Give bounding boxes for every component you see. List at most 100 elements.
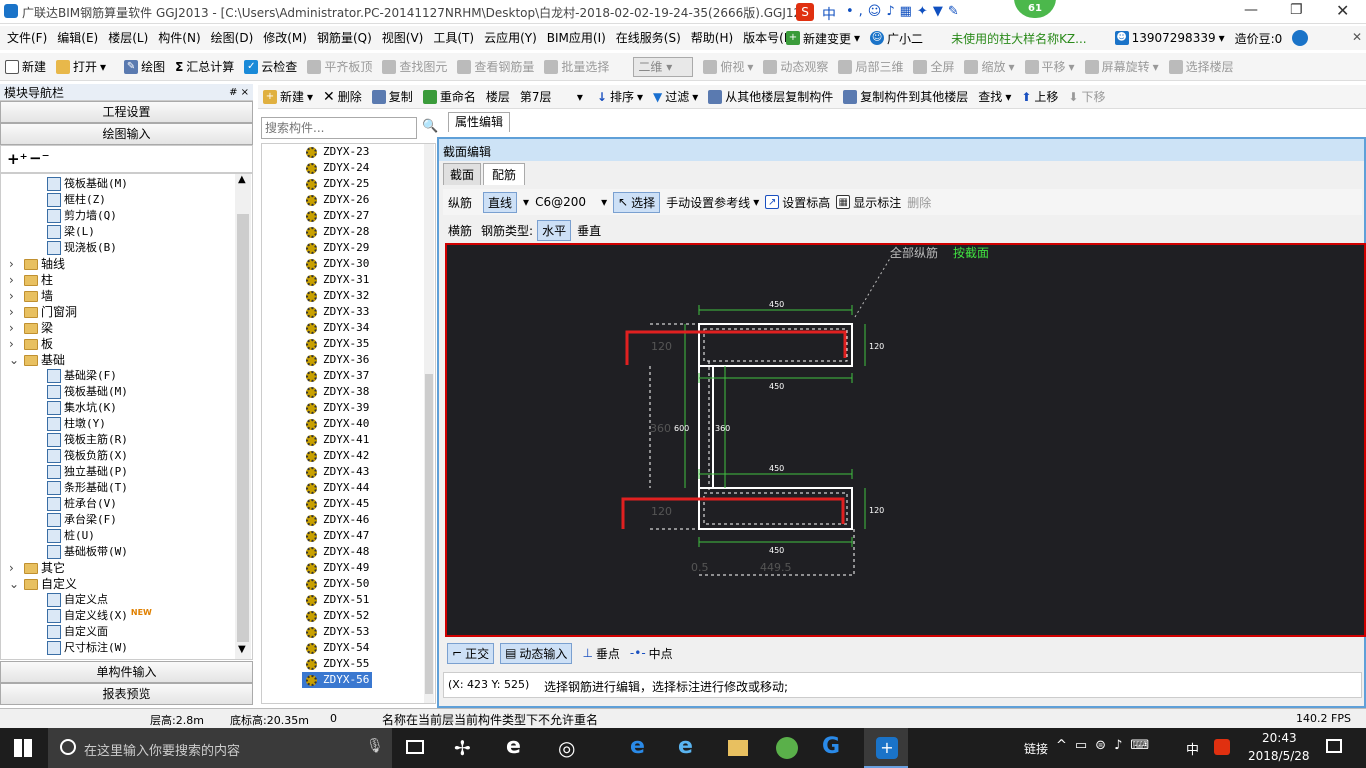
chevron-right-icon[interactable]: ›	[9, 256, 21, 272]
chevron-right-icon[interactable]: ›	[9, 320, 21, 336]
new-change-button[interactable]: + 新建变更 ▾	[786, 30, 860, 47]
sum-calc-button[interactable]: Σ 汇总计算	[170, 58, 239, 75]
tray-ime[interactable]: 中	[1186, 739, 1199, 758]
ime-mode[interactable]: 中	[822, 4, 836, 24]
component-list-item[interactable]: ZDYX-51	[262, 592, 435, 608]
tree-node[interactable]: ⌄ 自定义	[1, 576, 252, 592]
tray-icons[interactable]: ^▭⊜♪⌨	[1056, 738, 1157, 753]
component-list-item[interactable]: ZDYX-39	[262, 400, 435, 416]
component-list-item[interactable]: ZDYX-42	[262, 448, 435, 464]
copy-from-floor-button[interactable]: 从其他楼层复制构件	[703, 88, 838, 105]
tree-node[interactable]: › 柱	[1, 272, 252, 288]
rename-button[interactable]: 重命名	[418, 88, 481, 105]
component-list-item[interactable]: ZDYX-37	[262, 368, 435, 384]
close-button[interactable]: ✕	[1336, 1, 1349, 20]
component-list-item[interactable]: ZDYX-27	[262, 208, 435, 224]
scroll-thumb[interactable]	[237, 214, 249, 642]
tree-node[interactable]: 筏板主筋(R)	[1, 432, 252, 448]
ime-tools-icons[interactable]: •,☺♪▦✦▼✎	[846, 4, 964, 19]
component-list-item[interactable]: ZDYX-48	[262, 544, 435, 560]
pan-button[interactable]: 平移 ▾	[1020, 58, 1080, 75]
tree-node[interactable]: 桩(U)	[1, 528, 252, 544]
tree-node[interactable]: 剪力墙(Q)	[1, 208, 252, 224]
restore-button[interactable]: ❐	[1290, 2, 1303, 18]
glodon-app-active[interactable]: +	[864, 728, 908, 768]
chevron-right-icon[interactable]: ›	[9, 336, 21, 352]
tree-node[interactable]: 基础梁(F)	[1, 368, 252, 384]
component-list-item[interactable]: ZDYX-26	[262, 192, 435, 208]
vertical-button[interactable]: 垂直	[573, 221, 605, 240]
collapse-all-icon[interactable]: −⁻	[29, 149, 50, 167]
component-list-item[interactable]: ZDYX-38	[262, 384, 435, 400]
g-app-icon[interactable]: G	[822, 734, 840, 759]
component-list-item[interactable]: ZDYX-53	[262, 624, 435, 640]
view-mode-select[interactable]: 二维 ▾	[628, 56, 698, 77]
green-app-icon[interactable]	[776, 737, 798, 759]
copy-to-floor-button[interactable]: 复制构件到其他楼层	[838, 88, 973, 105]
orbit-button[interactable]: 动态观察	[758, 58, 833, 75]
find-button[interactable]: 查找 ▾	[973, 88, 1016, 105]
helper-button[interactable]: ☺ 广小二	[870, 30, 923, 47]
align-slab-button[interactable]: 平齐板顶	[302, 58, 377, 75]
menu-close-icon[interactable]: ✕	[1352, 30, 1362, 44]
single-component-button[interactable]: 单构件输入	[0, 661, 253, 683]
menu-item[interactable]: 在线服务(S)	[611, 26, 686, 50]
chevron-right-icon[interactable]: ›	[9, 304, 21, 320]
tree-node[interactable]: 现浇板(B)	[1, 240, 252, 256]
component-list-item[interactable]: ZDYX-43	[262, 464, 435, 480]
move-up-button[interactable]: ⬆ 上移	[1016, 88, 1063, 105]
user-button[interactable]: ☻ 13907298339 ▾	[1114, 31, 1225, 45]
tree-node[interactable]: › 墙	[1, 288, 252, 304]
fan-app-icon[interactable]: ✢	[454, 736, 471, 760]
search-icon[interactable]: 🔍	[422, 119, 438, 134]
tree-node[interactable]: › 其它	[1, 560, 252, 576]
menu-item[interactable]: BIM应用(I)	[542, 26, 611, 50]
menu-item[interactable]: 修改(M)	[258, 26, 312, 50]
component-list-item[interactable]: ZDYX-35	[262, 336, 435, 352]
line-dropdown-icon[interactable]: ▾	[523, 195, 529, 209]
ime-s-icon[interactable]: S	[796, 3, 814, 21]
clock-time[interactable]: 20:43	[1262, 731, 1297, 745]
cloud-check-button[interactable]: ✓ 云检查	[239, 58, 302, 75]
ie-app-icon[interactable]: e	[506, 734, 521, 759]
pin-close-icons[interactable]: # ×	[229, 87, 249, 98]
chat-app-icon[interactable]: ◎	[558, 736, 575, 760]
component-list-item[interactable]: ZDYX-44	[262, 480, 435, 496]
move-down-button[interactable]: ⬇ 下移	[1063, 88, 1110, 105]
scroll-down-icon[interactable]: ▼	[238, 644, 246, 655]
top-view-button[interactable]: 俯视 ▾	[698, 58, 758, 75]
list-scrollbar[interactable]	[424, 144, 434, 703]
label-all-rebar[interactable]: 全部纵筋	[890, 245, 938, 260]
menu-item[interactable]: 视图(V)	[377, 26, 429, 50]
expand-all-icon[interactable]: +⁺	[7, 150, 28, 168]
floor-select[interactable]: 第7层 ▾	[515, 88, 588, 105]
component-list-item[interactable]: ZDYX-50	[262, 576, 435, 592]
minimize-button[interactable]: —	[1244, 2, 1258, 18]
local-3d-button[interactable]: 局部三维	[833, 58, 908, 75]
tree-node[interactable]: 桩承台(V)	[1, 496, 252, 512]
tree-node[interactable]: 尺寸标注(W)	[1, 640, 252, 656]
menu-item[interactable]: 帮助(H)	[686, 26, 738, 50]
coin-icon[interactable]	[1292, 30, 1309, 46]
windows-start-icon[interactable]	[14, 739, 32, 757]
component-list-item[interactable]: ZDYX-29	[262, 240, 435, 256]
menu-item[interactable]: 工具(T)	[428, 26, 479, 50]
perpendicular-button[interactable]: ⊥ 垂点	[582, 645, 619, 662]
component-list-item[interactable]: ZDYX-47	[262, 528, 435, 544]
component-list-item[interactable]: ZDYX-23	[262, 144, 435, 160]
tab-section[interactable]: 截面	[443, 163, 482, 185]
project-settings-button[interactable]: 工程设置	[0, 101, 253, 123]
horizontal-button[interactable]: 水平	[537, 219, 572, 241]
component-list-item[interactable]: ZDYX-36	[262, 352, 435, 368]
manual-ref-line-button[interactable]: 手动设置参考线 ▾	[666, 194, 759, 211]
section-canvas[interactable]: 450 450 450 450 120 120 600 360 120 120 …	[445, 243, 1366, 637]
view-rebar-button[interactable]: 查看钢筋量	[452, 58, 539, 75]
nav-scrollbar[interactable]: ▲ ▼	[235, 174, 251, 659]
menu-item[interactable]: 编辑(E)	[52, 26, 103, 50]
component-list-item[interactable]: ZDYX-46	[262, 512, 435, 528]
tree-node[interactable]: 自定义线(X) NEW	[1, 608, 252, 624]
tree-node[interactable]: › 板	[1, 336, 252, 352]
transverse-label[interactable]: 横筋	[443, 222, 477, 239]
component-list-item[interactable]: ZDYX-34	[262, 320, 435, 336]
price-text[interactable]: 造价豆:0	[1235, 30, 1283, 47]
